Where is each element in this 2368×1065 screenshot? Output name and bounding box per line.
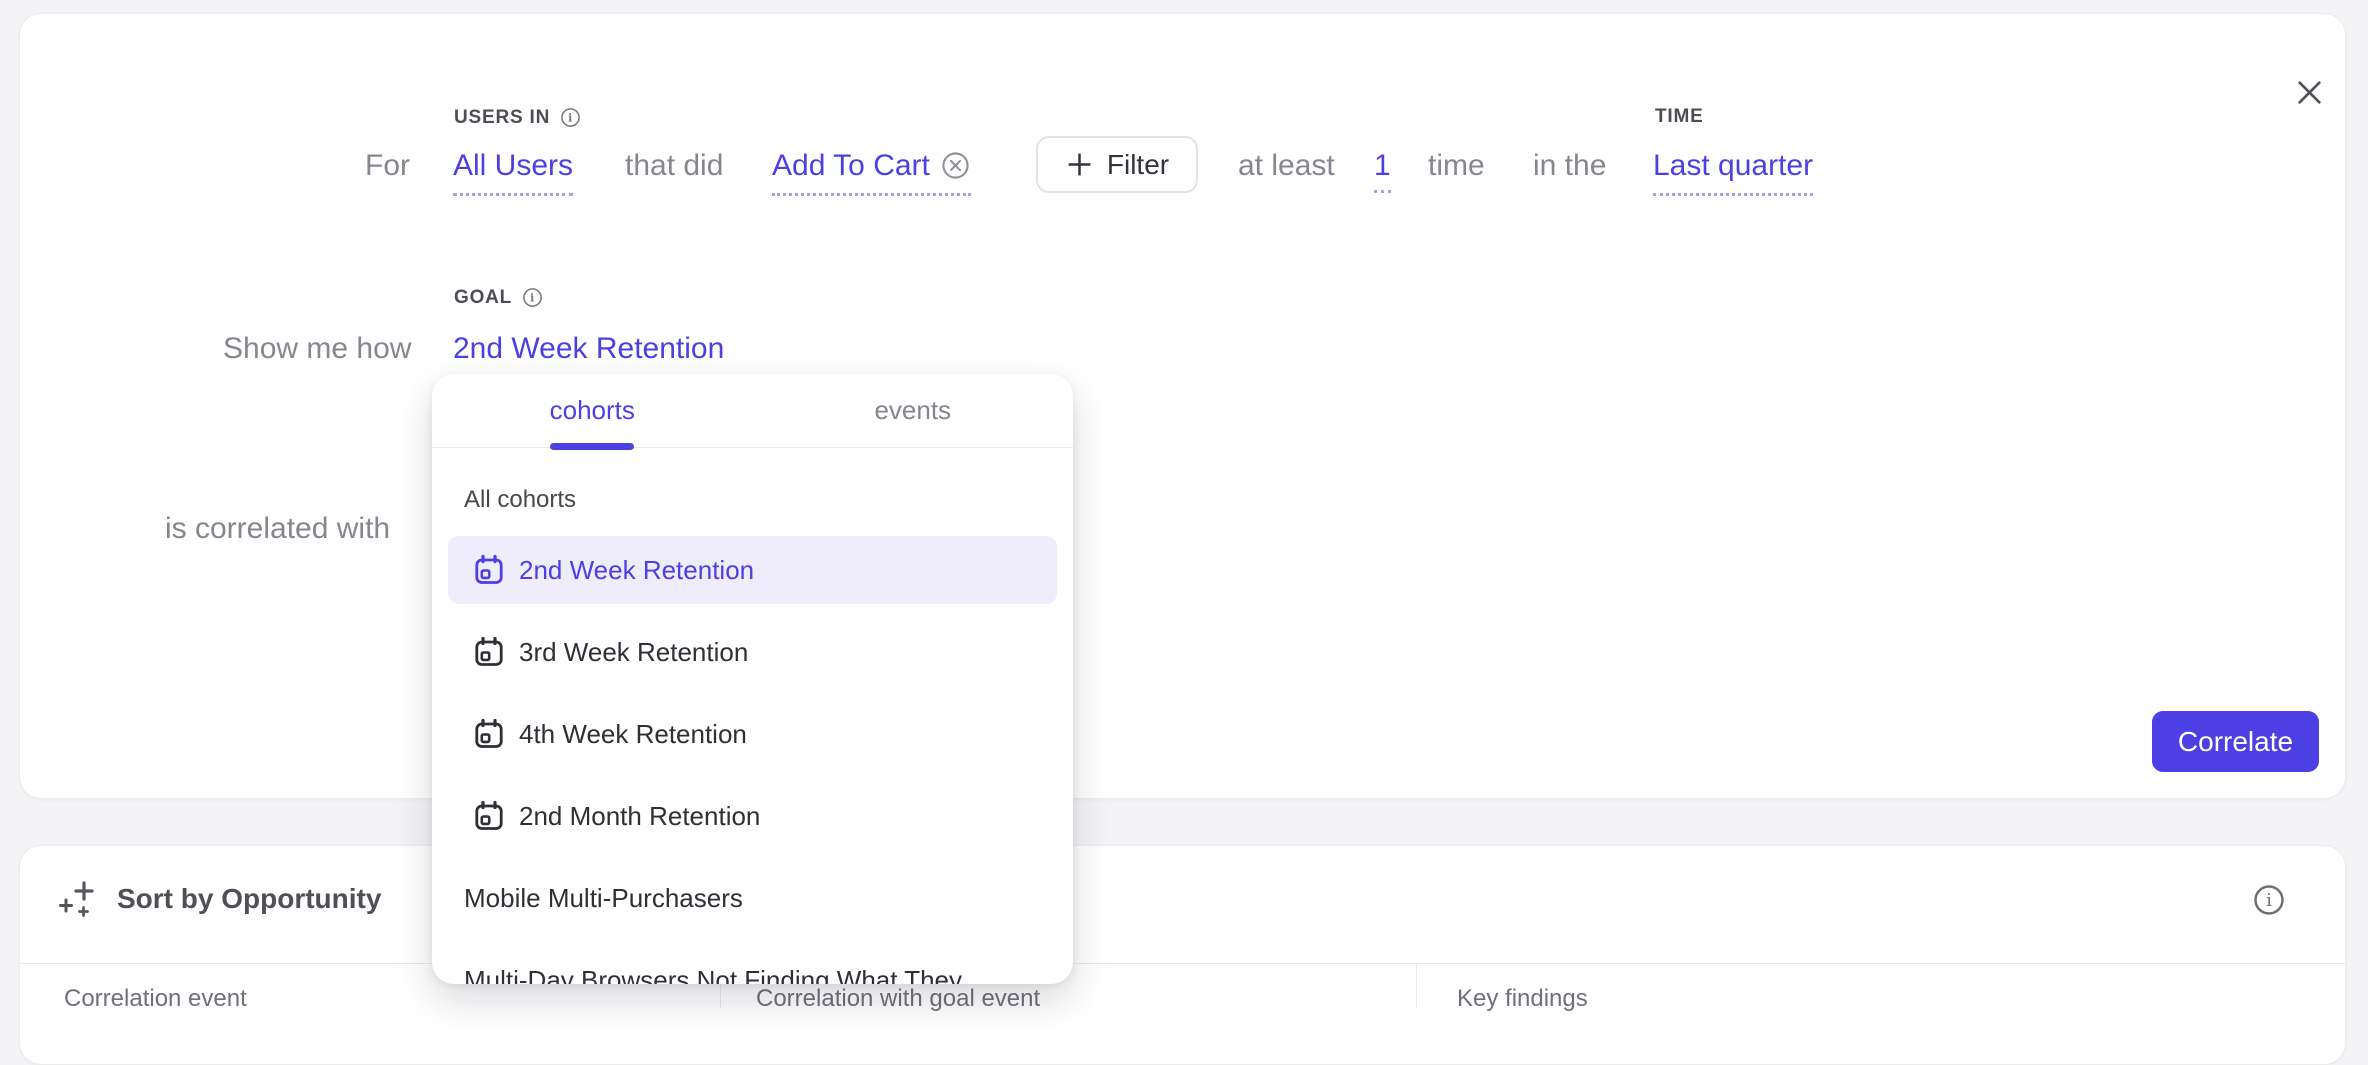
cohort-item-label: Multi-Day Browsers Not Finding What They	[464, 965, 962, 985]
tab-events[interactable]: events	[753, 374, 1074, 447]
event-count-selector[interactable]: 1	[1374, 147, 1391, 193]
goal-info-icon[interactable]	[521, 286, 544, 309]
column-header-correlation-with-goal: Correlation with goal event	[756, 984, 1040, 1013]
column-header-key-findings: Key findings	[1457, 984, 1588, 1013]
event-selector[interactable]: Add To Cart	[772, 147, 971, 196]
remove-event-icon[interactable]	[940, 150, 971, 181]
list-item-cohort[interactable]: Mobile Multi-Purchasers	[448, 864, 1057, 932]
sentence-for: For	[365, 147, 410, 184]
correlation-query-card: USERS IN TIME For All Users that did Add…	[19, 13, 2346, 799]
column-divider	[1416, 964, 1417, 1008]
event-value: Add To Cart	[772, 147, 930, 184]
cohort-item-label: 3rd Week Retention	[519, 637, 748, 668]
active-tab-indicator	[550, 443, 634, 450]
users-in-label-text: USERS IN	[454, 107, 550, 129]
cohort-section-label: All cohorts	[464, 486, 1057, 514]
goal-value: 2nd Week Retention	[453, 330, 724, 367]
list-item-cohort[interactable]: 2nd Week Retention	[448, 536, 1057, 604]
calendar-icon	[472, 553, 506, 587]
time-label: TIME	[1655, 106, 1704, 128]
time-range-selector[interactable]: Last quarter	[1653, 147, 1813, 196]
time-label-text: TIME	[1655, 106, 1704, 128]
sort-by-opportunity-label: Sort by Opportunity	[117, 883, 381, 915]
calendar-icon	[472, 799, 506, 833]
close-button[interactable]	[2290, 73, 2328, 111]
sort-by-opportunity-control[interactable]: Sort by Opportunity	[56, 877, 381, 921]
calendar-icon	[472, 635, 506, 669]
results-header-divider	[20, 963, 2345, 964]
time-range-value: Last quarter	[1653, 147, 1813, 184]
close-icon	[2294, 77, 2325, 108]
sentence-time: time	[1428, 147, 1485, 184]
users-in-info-icon[interactable]	[559, 106, 582, 129]
goal-label: GOAL	[454, 286, 544, 309]
cohort-list: All cohorts 2nd Week Retention 3rd Week …	[432, 486, 1073, 984]
list-item-cohort[interactable]: 4th Week Retention	[448, 700, 1057, 768]
goal-selector[interactable]: 2nd Week Retention	[453, 330, 724, 379]
sentence-at-least: at least	[1238, 147, 1335, 184]
plus-icon	[1065, 150, 1094, 179]
cohort-item-label: 4th Week Retention	[519, 719, 747, 750]
users-in-label: USERS IN	[454, 106, 582, 129]
event-count-value: 1	[1374, 147, 1391, 184]
filter-button-label: Filter	[1107, 149, 1169, 181]
goal-picker-dropdown: cohorts events All cohorts 2nd Week Rete…	[432, 374, 1073, 984]
goal-label-text: GOAL	[454, 287, 512, 309]
cohort-item-label: 2nd Week Retention	[519, 555, 754, 586]
sentence-in-the: in the	[1533, 147, 1606, 184]
sentence-show-me-how: Show me how	[223, 330, 411, 367]
column-header-correlation-event: Correlation event	[64, 984, 247, 1013]
add-filter-button[interactable]: Filter	[1036, 136, 1198, 193]
sentence-that-did: that did	[625, 147, 723, 184]
dropdown-tabs: cohorts events	[432, 374, 1073, 448]
list-item-cohort[interactable]: 3rd Week Retention	[448, 618, 1057, 686]
list-item-cohort[interactable]: 2nd Month Retention	[448, 782, 1057, 850]
list-item-cohort[interactable]: Multi-Day Browsers Not Finding What They	[448, 946, 1057, 984]
cohort-item-label: 2nd Month Retention	[519, 801, 760, 832]
results-info-icon[interactable]	[2251, 882, 2287, 918]
tab-cohorts[interactable]: cohorts	[432, 374, 753, 447]
user-segment-selector[interactable]: All Users	[453, 147, 573, 196]
calendar-icon	[472, 717, 506, 751]
sentence-is-correlated-with: is correlated with	[165, 510, 390, 547]
sparkle-icon	[56, 877, 100, 921]
user-segment-value: All Users	[453, 147, 573, 184]
correlate-button[interactable]: Correlate	[2152, 711, 2319, 772]
cohort-item-label: Mobile Multi-Purchasers	[464, 883, 743, 914]
